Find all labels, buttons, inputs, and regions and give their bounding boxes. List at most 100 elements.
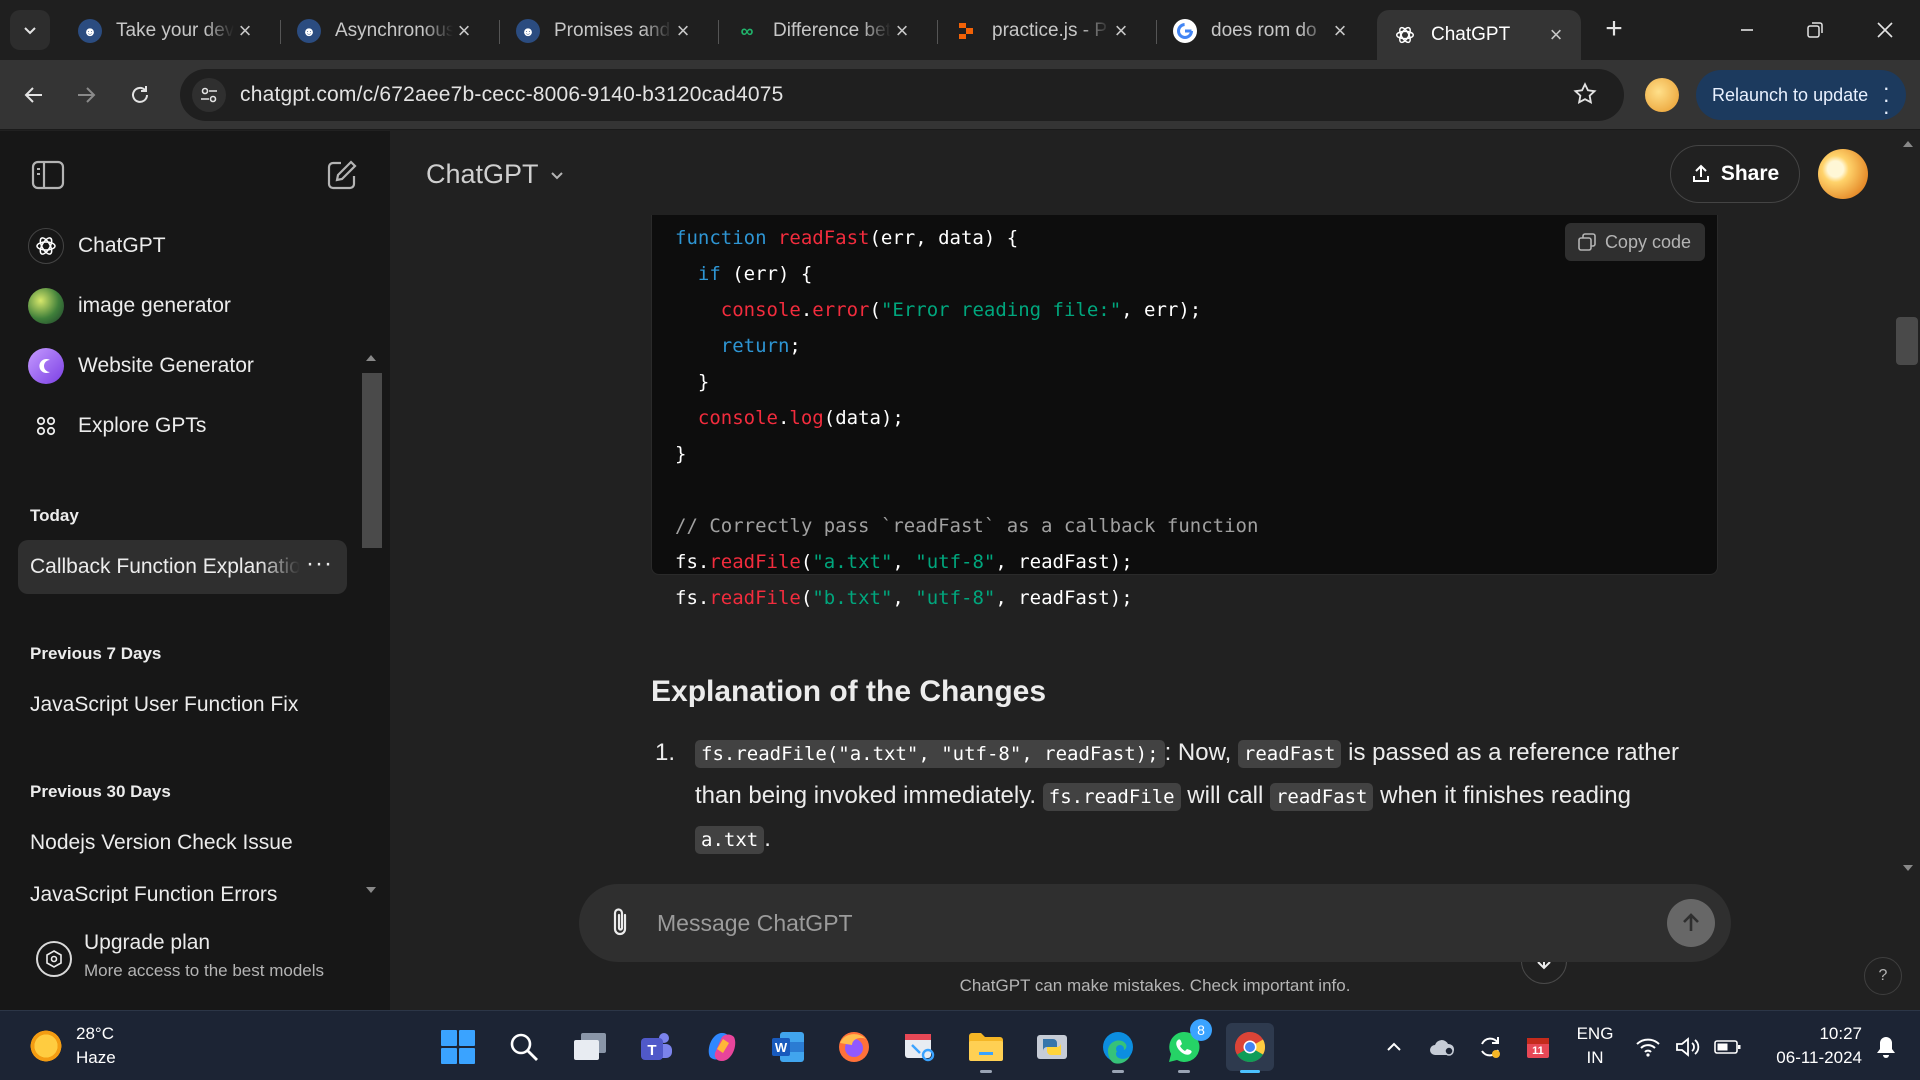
teams-icon: T — [641, 1033, 672, 1060]
model-selector[interactable]: ChatGPT — [426, 159, 565, 190]
url-text[interactable]: chatgpt.com/c/672aee7b-cecc-8006-9140-b3… — [240, 83, 784, 107]
sidebar-item-label: Explore GPTs — [78, 414, 207, 437]
back-button[interactable] — [14, 75, 54, 115]
copilot-icon — [708, 1033, 736, 1061]
chat-item[interactable]: JavaScript Function Errors — [30, 883, 277, 903]
notifications-button[interactable] — [1866, 1023, 1906, 1071]
code-token: , — [892, 551, 916, 573]
copilot-app[interactable] — [698, 1023, 746, 1071]
site-info-icon[interactable] — [192, 78, 226, 112]
battery-tray[interactable] — [1708, 1023, 1748, 1071]
browser-tab[interactable]: ☻ Promises and × — [500, 10, 708, 52]
task-view-button[interactable] — [566, 1023, 614, 1071]
sidebar-item-explore-gpts[interactable]: Explore GPTs — [28, 401, 206, 451]
code-token: "b.txt" — [812, 587, 893, 609]
calendar-tray[interactable]: 11 — [1514, 1023, 1562, 1071]
scrollbar-thumb[interactable] — [362, 373, 382, 548]
toggle-sidebar-button[interactable] — [28, 155, 68, 195]
share-button[interactable]: Share — [1670, 145, 1800, 203]
show-hidden-icons-button[interactable] — [1370, 1023, 1418, 1071]
browser-tab[interactable]: does rom do × — [1157, 10, 1365, 52]
new-chat-button[interactable] — [322, 155, 362, 195]
close-icon[interactable]: × — [234, 18, 256, 44]
address-bar[interactable]: chatgpt.com/c/672aee7b-cecc-8006-9140-b3… — [180, 69, 1624, 121]
tab-title: Asynchronous — [335, 20, 453, 41]
code-token: fs — [675, 551, 698, 573]
browser-profile-avatar[interactable] — [1645, 78, 1679, 112]
sidebar-scrollbar[interactable] — [362, 241, 382, 921]
scrollbar-thumb[interactable] — [1896, 317, 1918, 365]
message-composer — [579, 884, 1731, 962]
wifi-tray[interactable] — [1628, 1023, 1668, 1071]
close-icon[interactable]: × — [1110, 18, 1132, 44]
page-scrollbar[interactable] — [1896, 131, 1920, 1010]
code-token: log — [789, 407, 824, 429]
chat-item[interactable]: JavaScript User Function Fix — [30, 693, 298, 717]
close-icon[interactable]: × — [672, 18, 694, 44]
language-indicator[interactable]: ENG IN — [1568, 1022, 1622, 1070]
browser-tab[interactable]: ∞ Difference bet × — [719, 10, 927, 52]
word-app[interactable]: W — [764, 1023, 812, 1071]
close-icon[interactable]: × — [891, 18, 913, 44]
tab-search-button[interactable] — [10, 10, 50, 50]
send-button[interactable] — [1667, 899, 1715, 947]
sidebar-item-website-generator[interactable]: Website Generator — [28, 341, 254, 391]
restore-button[interactable] — [1792, 10, 1838, 50]
chrome-icon — [1234, 1032, 1266, 1063]
close-window-button[interactable] — [1862, 10, 1908, 50]
new-tab-button[interactable]: + — [1596, 12, 1632, 48]
copy-code-button[interactable]: Copy code — [1564, 223, 1705, 261]
clock[interactable]: 10:27 06-11-2024 — [1752, 1022, 1862, 1070]
firefox-app[interactable] — [830, 1023, 878, 1071]
teams-app[interactable]: T — [632, 1023, 680, 1071]
bookmark-star-icon[interactable] — [1572, 81, 1598, 112]
scroll-down-arrow-icon[interactable] — [1903, 865, 1913, 871]
sidebar-item-chatgpt[interactable]: ChatGPT — [28, 221, 166, 271]
browser-toolbar: chatgpt.com/c/672aee7b-cecc-8006-9140-b3… — [0, 60, 1920, 130]
whatsapp-app[interactable]: 8 — [1160, 1019, 1212, 1073]
code-token: } — [675, 443, 687, 465]
user-avatar[interactable] — [1818, 149, 1868, 199]
code-token: ( — [800, 551, 813, 573]
chat-item-active[interactable]: Callback Function Explanation ··· — [18, 540, 347, 594]
chrome-app[interactable] — [1226, 1023, 1274, 1073]
sidebar-item-image-generator[interactable]: image generator — [28, 281, 231, 331]
browser-tab[interactable]: ☻ Asynchronous × — [281, 10, 489, 52]
more-vertical-icon[interactable]: · · · — [1883, 77, 1890, 123]
upgrade-plan-button[interactable]: Upgrade plan More access to the best mod… — [28, 931, 368, 991]
code-token: fs — [675, 587, 698, 609]
attach-paperclip-icon[interactable] — [607, 906, 633, 945]
scroll-up-arrow-icon[interactable] — [1903, 141, 1913, 147]
file-explorer-app[interactable] — [962, 1023, 1010, 1073]
close-icon[interactable]: × — [1329, 18, 1351, 44]
browser-tab[interactable]: ☻ Take your dev × — [62, 10, 270, 52]
onedrive-tray[interactable] — [1418, 1023, 1466, 1071]
chat-item-clip: JavaScript Function Errors — [0, 883, 360, 903]
browser-tab[interactable]: practice.js - P × — [938, 10, 1146, 52]
message-input[interactable] — [657, 902, 1557, 944]
sync-tray[interactable] — [1466, 1023, 1514, 1071]
code-token: "utf-8" — [915, 587, 996, 609]
reload-button[interactable] — [120, 75, 160, 115]
weather-widget[interactable]: 28°C Haze — [28, 1021, 116, 1071]
snipping-tool-app[interactable] — [896, 1023, 944, 1071]
python-app[interactable] — [1028, 1023, 1076, 1071]
more-horizontal-icon[interactable]: ··· — [306, 550, 333, 578]
close-icon[interactable]: × — [453, 18, 475, 44]
chat-item[interactable]: Nodejs Version Check Issue — [30, 831, 293, 855]
forward-button[interactable] — [66, 75, 106, 115]
minimize-button[interactable] — [1724, 10, 1770, 50]
edge-app[interactable] — [1094, 1023, 1142, 1073]
volume-tray[interactable] — [1668, 1023, 1708, 1071]
scroll-up-arrow-icon[interactable] — [366, 355, 376, 361]
browser-tab-active[interactable]: ChatGPT × — [1377, 10, 1581, 60]
scroll-down-arrow-icon[interactable] — [366, 887, 376, 893]
weather-sun-icon — [28, 1028, 64, 1064]
search-button[interactable] — [500, 1023, 548, 1071]
code-token: . — [697, 551, 710, 573]
grid-icon — [28, 408, 64, 444]
calendar-day: 11 — [1532, 1045, 1544, 1057]
start-button[interactable] — [434, 1023, 482, 1071]
relaunch-update-button[interactable]: Relaunch to update · · · — [1696, 70, 1906, 123]
close-icon[interactable]: × — [1545, 22, 1567, 48]
